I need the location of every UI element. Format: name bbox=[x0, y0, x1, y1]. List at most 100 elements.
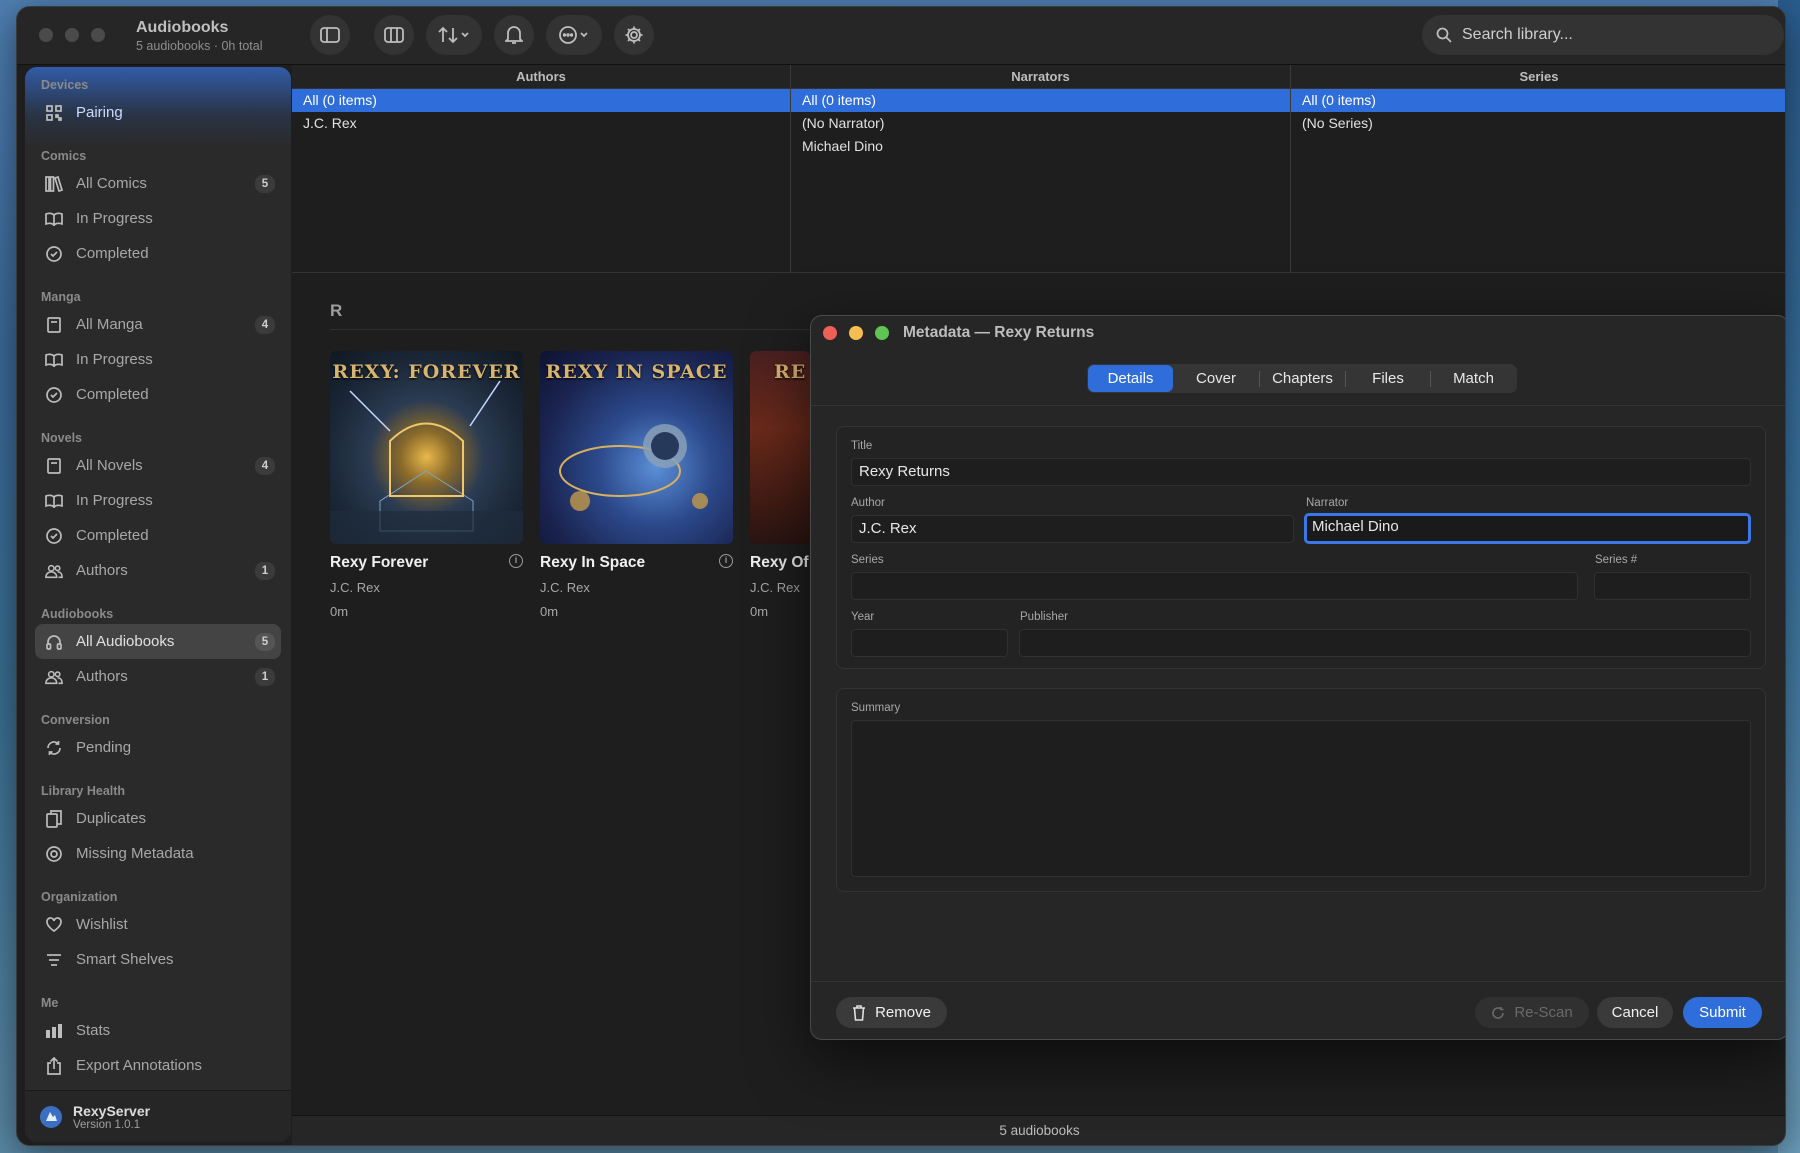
sidebar-item-duplicates[interactable]: Duplicates bbox=[25, 801, 291, 836]
rescan-button-label: Re-Scan bbox=[1514, 1004, 1573, 1021]
book-card[interactable]: REXY IN SPACE Rexy In Space i J.C. Rex 0… bbox=[540, 351, 733, 619]
toggle-sidebar-button[interactable] bbox=[310, 15, 350, 55]
sidebar-item-all-manga[interactable]: All Manga 4 bbox=[25, 307, 291, 342]
cover-art bbox=[559, 424, 708, 511]
remove-button[interactable]: Remove bbox=[836, 997, 947, 1028]
sidebar-item-missing-metadata[interactable]: Missing Metadata bbox=[25, 836, 291, 871]
column-header[interactable]: Authors bbox=[292, 65, 790, 89]
notifications-button[interactable] bbox=[494, 15, 534, 55]
narrator-field[interactable]: Michael Dino bbox=[1304, 513, 1751, 544]
series-field[interactable] bbox=[851, 572, 1578, 600]
list-item[interactable]: Michael Dino bbox=[791, 135, 1290, 158]
metadata-dialog: Metadata — Rexy Returns Details Cover Ch… bbox=[810, 315, 1785, 1040]
book-icon bbox=[45, 316, 63, 334]
sidebar-item-manga-completed[interactable]: Completed bbox=[25, 377, 291, 412]
bell-icon bbox=[505, 26, 523, 44]
search-input[interactable] bbox=[1462, 26, 1762, 44]
tab-cover[interactable]: Cover bbox=[1173, 365, 1259, 392]
summary-textarea[interactable] bbox=[851, 720, 1751, 877]
section-conversion: Conversion bbox=[41, 713, 110, 727]
book-cover[interactable]: RE bbox=[750, 351, 810, 544]
sidebar-item-label: In Progress bbox=[76, 351, 153, 368]
check-circle-icon bbox=[45, 245, 63, 263]
summary-label: Summary bbox=[851, 702, 901, 714]
column-browser: Authors All (0 items) J.C. Rex Narrators… bbox=[292, 65, 1785, 273]
library-icon bbox=[45, 175, 63, 193]
sidebar-item-label: All Novels bbox=[76, 457, 143, 474]
check-circle-icon bbox=[45, 527, 63, 545]
sort-button[interactable] bbox=[426, 15, 482, 55]
count-badge: 4 bbox=[255, 456, 275, 475]
list-item[interactable]: All (0 items) bbox=[292, 89, 790, 112]
book-card[interactable]: REXY: FOREVER Rexy Forever i J.C. Rex 0m bbox=[330, 351, 523, 619]
sidebar-item-smart-shelves[interactable]: Smart Shelves bbox=[25, 942, 291, 977]
count-badge: 5 bbox=[255, 632, 275, 651]
more-actions-button[interactable] bbox=[546, 15, 602, 55]
sidebar-item-novels-in-progress[interactable]: In Progress bbox=[25, 483, 291, 518]
tab-details[interactable]: Details bbox=[1088, 365, 1173, 392]
sidebar-item-all-comics[interactable]: All Comics 5 bbox=[25, 166, 291, 201]
tab-chapters[interactable]: Chapters bbox=[1260, 365, 1345, 392]
series-number-field[interactable] bbox=[1594, 572, 1751, 600]
people-icon bbox=[45, 668, 63, 686]
title-field[interactable]: Rexy Returns bbox=[851, 458, 1751, 486]
search-field[interactable] bbox=[1422, 15, 1784, 55]
list-item[interactable]: All (0 items) bbox=[791, 89, 1290, 112]
book-cover[interactable]: REXY: FOREVER bbox=[330, 351, 523, 544]
submit-button[interactable]: Submit bbox=[1683, 997, 1762, 1028]
sidebar-item-comics-in-progress[interactable]: In Progress bbox=[25, 201, 291, 236]
zoom-dialog-button[interactable] bbox=[875, 326, 889, 340]
sidebar-item-manga-in-progress[interactable]: In Progress bbox=[25, 342, 291, 377]
server-status[interactable]: RexyServer Version 1.0.1 bbox=[25, 1090, 291, 1142]
sidebar-item-all-novels[interactable]: All Novels 4 bbox=[25, 448, 291, 483]
book-author: J.C. Rex bbox=[540, 580, 590, 595]
book-title: Rexy Forever bbox=[330, 554, 429, 571]
section-comics: Comics bbox=[41, 149, 87, 163]
settings-button[interactable] bbox=[614, 15, 654, 55]
dialog-header-divider bbox=[811, 405, 1785, 406]
sidebar-item-label: All Audiobooks bbox=[76, 633, 175, 650]
list-item[interactable]: (No Narrator) bbox=[791, 112, 1290, 135]
year-field[interactable] bbox=[851, 629, 1008, 657]
sidebar-item-all-audiobooks[interactable]: All Audiobooks 5 bbox=[35, 624, 281, 659]
column-header[interactable]: Narrators bbox=[791, 65, 1290, 89]
cancel-button[interactable]: Cancel bbox=[1597, 997, 1673, 1028]
sidebar-item-wishlist[interactable]: Wishlist bbox=[25, 907, 291, 942]
sidebar-item-label: Completed bbox=[76, 245, 149, 262]
minimize-dialog-button[interactable] bbox=[849, 326, 863, 340]
list-item[interactable]: J.C. Rex bbox=[292, 112, 790, 135]
minimize-window-button[interactable] bbox=[65, 28, 79, 42]
sidebar-item-pairing[interactable]: Pairing bbox=[25, 95, 291, 130]
section-audiobooks: Audiobooks bbox=[41, 607, 114, 621]
search-icon bbox=[1436, 27, 1452, 43]
sidebar-item-stats[interactable]: Stats bbox=[25, 1013, 291, 1048]
book-author: J.C. Rex bbox=[330, 580, 380, 595]
list-item[interactable]: All (0 items) bbox=[1291, 89, 1785, 112]
author-field[interactable]: J.C. Rex bbox=[851, 515, 1294, 543]
list-item[interactable]: (No Series) bbox=[1291, 112, 1785, 135]
close-window-button[interactable] bbox=[39, 28, 53, 42]
info-icon[interactable]: i bbox=[719, 554, 733, 568]
sidebar-item-label: Authors bbox=[76, 668, 128, 685]
column-view-button[interactable] bbox=[374, 15, 414, 55]
summary-group: Summary bbox=[836, 688, 1766, 892]
column-header[interactable]: Series bbox=[1291, 65, 1785, 89]
section-novels: Novels bbox=[41, 431, 82, 445]
bar-chart-icon bbox=[45, 1022, 63, 1040]
sidebar-item-pending[interactable]: Pending bbox=[25, 730, 291, 765]
cover-title: RE bbox=[774, 361, 807, 383]
sidebar-item-audiobooks-authors[interactable]: Authors 1 bbox=[25, 659, 291, 694]
zoom-window-button[interactable] bbox=[91, 28, 105, 42]
rescan-button[interactable]: Re-Scan bbox=[1475, 997, 1589, 1028]
info-icon[interactable]: i bbox=[509, 554, 523, 568]
book-cover[interactable]: REXY IN SPACE bbox=[540, 351, 733, 544]
sidebar-item-novels-completed[interactable]: Completed bbox=[25, 518, 291, 553]
sidebar-item-novels-authors[interactable]: Authors 1 bbox=[25, 553, 291, 588]
book-duration: 0m bbox=[330, 604, 349, 619]
sidebar-item-export-annotations[interactable]: Export Annotations bbox=[25, 1048, 291, 1083]
close-dialog-button[interactable] bbox=[823, 326, 837, 340]
sidebar-item-comics-completed[interactable]: Completed bbox=[25, 236, 291, 271]
tab-match[interactable]: Match bbox=[1431, 365, 1516, 392]
tab-files[interactable]: Files bbox=[1346, 365, 1430, 392]
publisher-field[interactable] bbox=[1019, 629, 1751, 657]
